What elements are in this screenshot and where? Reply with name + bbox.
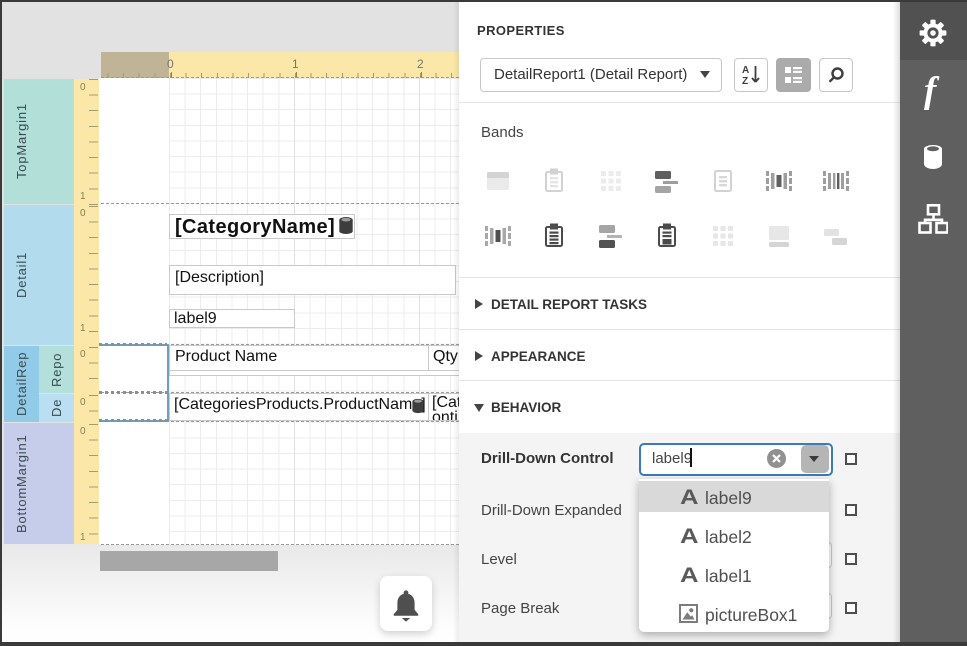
svg-text:Z: Z bbox=[742, 76, 748, 87]
svg-text:A: A bbox=[742, 65, 749, 76]
